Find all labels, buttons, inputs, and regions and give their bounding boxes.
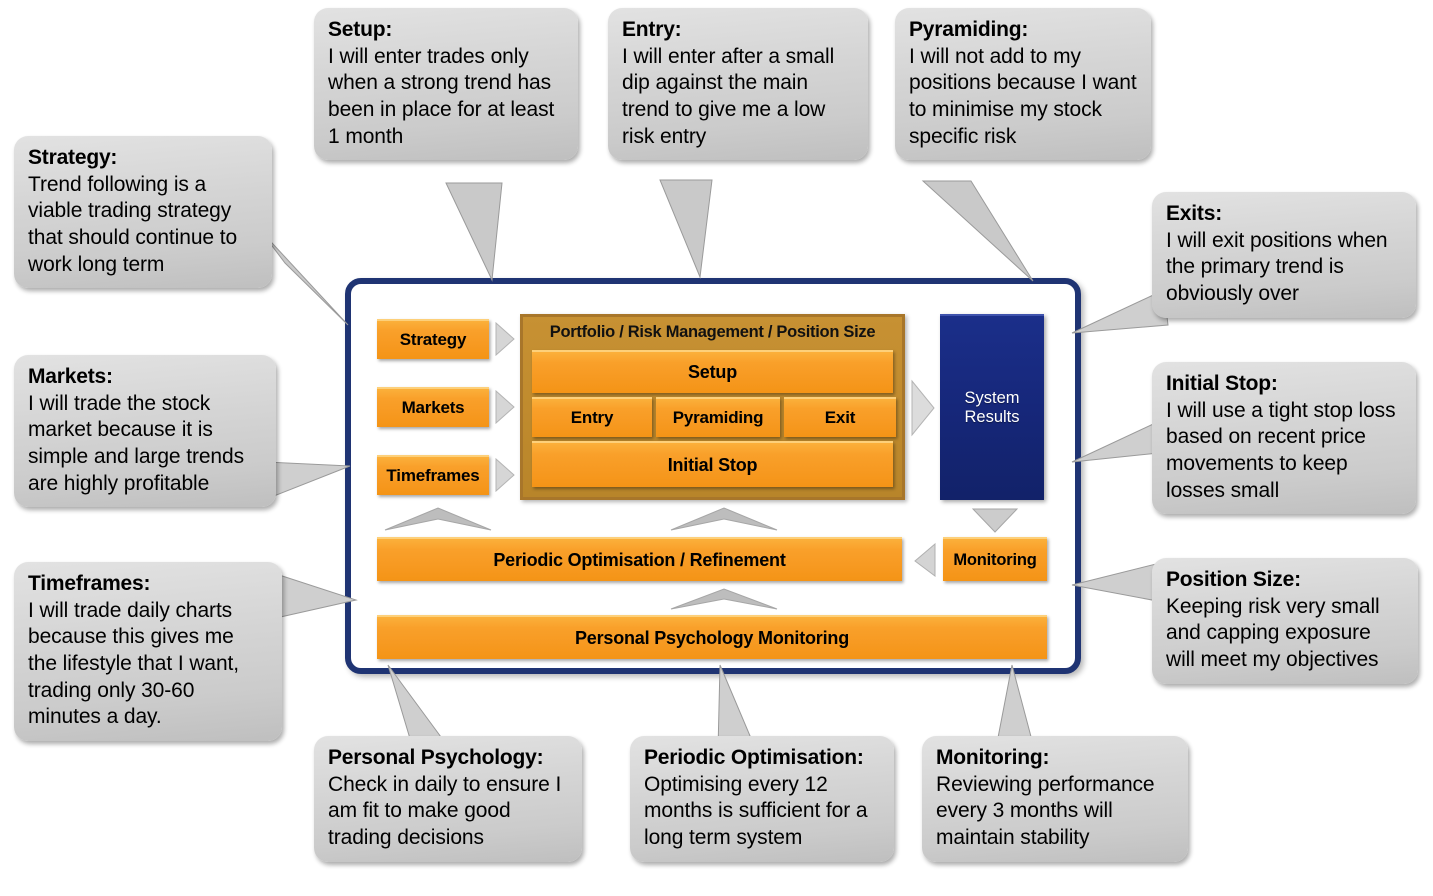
- callout-psychology-title: Personal Psychology:: [328, 746, 544, 769]
- system-box-exit[interactable]: Exit: [784, 397, 896, 437]
- arrow-monitoring-to-periodic: [914, 542, 936, 577]
- callout-exits-body: I will exit positions when the primary t…: [1166, 228, 1388, 305]
- callout-timeframes-body: I will trade daily charts because this g…: [28, 598, 240, 729]
- trading-system-panel: Strategy Markets Timeframes Portfolio / …: [345, 278, 1081, 674]
- callout-periodic[interactable]: Periodic Optimisation: Optimising every …: [630, 736, 894, 862]
- callout-monitoring[interactable]: Monitoring: Reviewing performance every …: [922, 736, 1188, 862]
- callout-markets[interactable]: Markets: I will trade the stock market b…: [14, 355, 276, 508]
- system-box-periodic-optimisation[interactable]: Periodic Optimisation / Refinement: [377, 537, 902, 581]
- system-box-setup[interactable]: Setup: [532, 350, 893, 393]
- arrow-psychology-up: [670, 588, 778, 610]
- callout-monitoring-title: Monitoring:: [936, 746, 1050, 769]
- system-box-initial-stop[interactable]: Initial Stop: [532, 441, 893, 487]
- callout-strategy[interactable]: Strategy: Trend following is a viable tr…: [14, 136, 272, 289]
- callout-initialstop[interactable]: Initial Stop: I will use a tight stop lo…: [1152, 362, 1416, 515]
- callout-positionsize-body: Keeping risk very small and capping expo…: [1166, 594, 1380, 671]
- callout-strategy-title: Strategy:: [28, 146, 118, 169]
- callout-tail-entry: [659, 179, 713, 279]
- arrow-markets-to-portfolio: [495, 390, 515, 424]
- callout-tail-pyramiding: [921, 180, 1034, 282]
- callout-exits[interactable]: Exits: I will exit positions when the pr…: [1152, 192, 1416, 318]
- system-box-strategy[interactable]: Strategy: [377, 319, 489, 359]
- callout-timeframes[interactable]: Timeframes: I will trade daily charts be…: [14, 562, 282, 741]
- arrow-strategy-to-portfolio: [495, 322, 515, 356]
- arrow-timeframes-to-portfolio: [495, 458, 515, 492]
- system-box-pyramiding[interactable]: Pyramiding: [656, 397, 780, 437]
- system-box-monitoring[interactable]: Monitoring: [943, 537, 1047, 581]
- arrow-results-to-monitoring: [971, 508, 1019, 533]
- callout-strategy-body: Trend following is a viable trading stra…: [28, 172, 238, 276]
- callout-timeframes-title: Timeframes:: [28, 572, 151, 595]
- callout-entry-body: I will enter after a small dip against t…: [622, 44, 835, 148]
- callout-periodic-title: Periodic Optimisation:: [644, 746, 864, 769]
- callout-initialstop-title: Initial Stop:: [1166, 372, 1278, 395]
- system-box-personal-psychology[interactable]: Personal Psychology Monitoring: [377, 615, 1047, 659]
- callout-pyramiding-title: Pyramiding:: [909, 18, 1029, 41]
- system-box-timeframes[interactable]: Timeframes: [377, 455, 489, 495]
- callout-markets-body: I will trade the stock market because it…: [28, 391, 244, 495]
- portfolio-header-label: Portfolio / Risk Management / Position S…: [549, 322, 876, 341]
- callout-tail-setup: [445, 182, 503, 282]
- system-box-results[interactable]: System Results: [940, 314, 1044, 500]
- callout-setup-body: I will enter trades only when a strong t…: [328, 44, 555, 148]
- callout-monitoring-body: Reviewing performance every 3 months wil…: [936, 772, 1155, 849]
- system-results-line1: System: [964, 389, 1020, 408]
- callout-positionsize-title: Position Size:: [1166, 568, 1301, 591]
- portfolio-risk-group: Portfolio / Risk Management / Position S…: [520, 314, 905, 500]
- system-results-line2: Results: [964, 408, 1020, 426]
- callout-setup-title: Setup:: [328, 18, 393, 41]
- system-box-entry[interactable]: Entry: [532, 397, 652, 437]
- callout-psychology[interactable]: Personal Psychology: Check in daily to e…: [314, 736, 582, 862]
- callout-exits-title: Exits:: [1166, 202, 1222, 225]
- system-box-markets[interactable]: Markets: [377, 387, 489, 427]
- callout-markets-title: Markets:: [28, 365, 113, 388]
- callout-setup[interactable]: Setup: I will enter trades only when a s…: [314, 8, 578, 161]
- callout-entry[interactable]: Entry: I will enter after a small dip ag…: [608, 8, 868, 161]
- callout-positionsize[interactable]: Position Size: Keeping risk very small a…: [1152, 558, 1418, 684]
- callout-pyramiding-body: I will not add to my positions because I…: [909, 44, 1137, 148]
- callout-initialstop-body: I will use a tight stop loss based on re…: [1166, 398, 1396, 502]
- arrow-feedback-center-up: [670, 507, 778, 531]
- arrow-portfolio-to-results: [911, 379, 935, 437]
- callout-psychology-body: Check in daily to ensure I am fit to mak…: [328, 772, 562, 849]
- arrow-feedback-left-up: [384, 507, 492, 531]
- system-results-text: System Results: [964, 389, 1019, 427]
- callout-periodic-body: Optimising every 12 months is sufficient…: [644, 772, 868, 849]
- callout-pyramiding[interactable]: Pyramiding: I will not add to my positio…: [895, 8, 1151, 161]
- callout-entry-title: Entry:: [622, 18, 682, 41]
